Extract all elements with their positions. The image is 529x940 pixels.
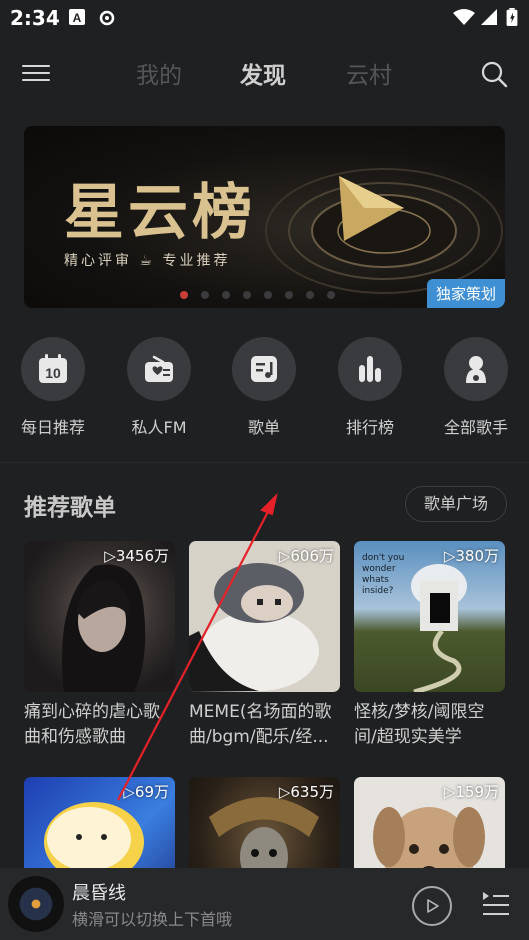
playlist-title[interactable]: 痛到心碎的虐心歌曲和伤感歌曲 (24, 700, 175, 750)
quick-charts[interactable]: 排行榜 (320, 337, 420, 438)
quick-private-fm[interactable]: 私人FM (109, 337, 209, 438)
playlist-cover[interactable]: ▷3456万 (24, 541, 175, 692)
radio-icon (145, 355, 173, 382)
a-box-icon: A (69, 9, 85, 25)
banner-pagination (180, 284, 348, 299)
play-button[interactable] (412, 886, 452, 926)
pagination-dot (243, 291, 251, 299)
playlist-title[interactable]: 怪核/梦核/阈限空间/超现实美学 (354, 700, 505, 750)
play-count: ▷159万 (443, 783, 499, 801)
player-song-title: 晨昏线 (72, 883, 126, 904)
play-count: ▷635万 (278, 783, 334, 801)
pagination-dot (222, 291, 230, 299)
player-hint: 横滑可以切换上下首哦 (72, 910, 233, 929)
playlist-queue-icon[interactable] (481, 888, 511, 918)
tab-discover[interactable]: 发现 (240, 56, 286, 90)
tab-cloud-village[interactable]: 云村 (346, 56, 392, 90)
playlist-icon (251, 356, 277, 382)
banner[interactable]: 星云榜 精心评审 ☕ 专业推荐 独家策划 (24, 126, 505, 308)
quick-daily-recommend[interactable]: 10 每日推荐 (3, 337, 103, 438)
svg-text:10: 10 (45, 365, 61, 381)
signal-icon (481, 9, 497, 25)
play-count: ▷606万 (278, 547, 334, 565)
quick-all-singers[interactable]: 全部歌手 (426, 337, 526, 438)
quick-label: 每日推荐 (20, 418, 85, 437)
playlist-card[interactable]: ▷606万 MEME(名场面的歌曲/bgm/配乐/经... (189, 541, 340, 750)
calendar-icon: 10 (39, 354, 67, 383)
wifi-icon (453, 9, 475, 25)
pagination-dot (285, 291, 293, 299)
album-disc[interactable] (8, 876, 64, 932)
divider (0, 462, 529, 463)
quick-playlist[interactable]: 歌单 (214, 337, 314, 438)
quick-label: 私人FM (131, 418, 187, 437)
pagination-dot (201, 291, 209, 299)
menu-button[interactable] (22, 60, 50, 84)
playlist-cover[interactable]: ▷606万 (189, 541, 340, 692)
singer-icon (466, 356, 486, 383)
pagination-dot (327, 291, 335, 299)
status-bar: 2:34 A (0, 0, 529, 38)
chart-bars-icon (359, 356, 381, 382)
banner-subtitle: 精心评审 ☕ 专业推荐 (64, 253, 231, 269)
quick-label: 歌单 (247, 418, 280, 437)
section-title: 推荐歌单 (24, 495, 116, 521)
mini-player[interactable]: 晨昏线 横滑可以切换上下首哦 (0, 868, 529, 940)
play-count: ▷380万 (443, 547, 499, 565)
playlist-plaza-button[interactable]: 歌单广场 (405, 486, 507, 522)
banner-badge: 独家策划 (426, 279, 505, 308)
quick-label: 全部歌手 (443, 418, 508, 437)
playlist-cover[interactable]: don't you wonder whats inside? ▷380万 (354, 541, 505, 692)
pagination-dot (306, 291, 314, 299)
playlist-card[interactable]: don't you wonder whats inside? ▷380万 怪核/… (354, 541, 505, 750)
play-icon (427, 899, 439, 913)
search-icon[interactable] (480, 60, 508, 88)
pagination-dot (264, 291, 272, 299)
netease-icon (99, 10, 115, 26)
playlist-title[interactable]: MEME(名场面的歌曲/bgm/配乐/经... (189, 700, 340, 750)
banner-title: 星云榜 (64, 178, 256, 248)
tab-mine[interactable]: 我的 (136, 56, 182, 90)
svg-text:A: A (73, 11, 82, 25)
play-count: ▷69万 (123, 783, 169, 801)
pagination-dot (180, 291, 188, 299)
cover-caption: don't you wonder whats inside? (362, 553, 405, 596)
play-count: ▷3456万 (104, 547, 169, 565)
status-time: 2:34 (10, 6, 60, 30)
battery-icon (506, 8, 518, 26)
top-nav: 我的 发现 云村 (0, 48, 529, 100)
playlist-card[interactable]: ▷3456万 痛到心碎的虐心歌曲和伤感歌曲 (24, 541, 175, 750)
quick-label: 排行榜 (345, 418, 394, 437)
